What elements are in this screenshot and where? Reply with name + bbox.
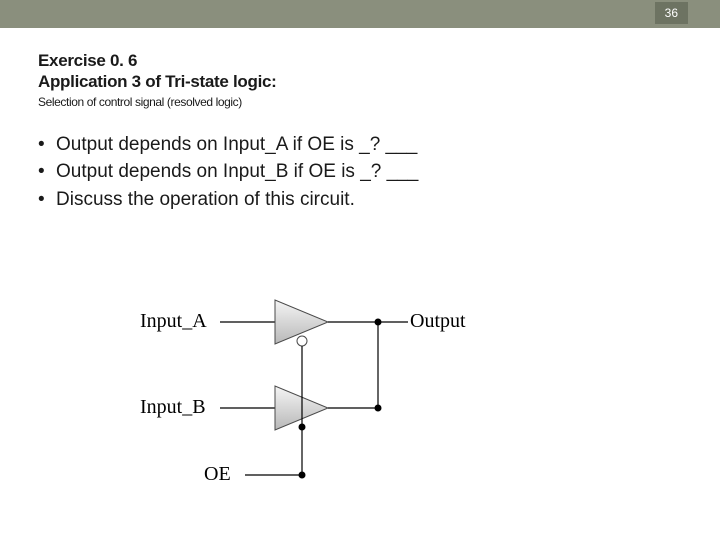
label-oe: OE: [204, 463, 231, 486]
circuit-diagram: Input_A Input_B OE Output: [140, 290, 560, 520]
page-number-badge: 36: [655, 2, 688, 24]
slide-header-bar: 36: [0, 0, 720, 28]
label-output: Output: [410, 310, 466, 333]
label-input-a: Input_A: [140, 310, 207, 333]
exercise-title-line2: Application 3 of Tri-state logic:: [38, 71, 682, 92]
bullet-text: Output depends on Input_B if OE is _? __…: [56, 158, 418, 186]
label-input-b: Input_B: [140, 396, 206, 419]
bullet-text: Discuss the operation of this circuit.: [56, 186, 355, 214]
slide-content: Exercise 0. 6 Application 3 of Tri-state…: [0, 28, 720, 213]
bullet-item: • Output depends on Input_A if OE is _? …: [38, 131, 682, 159]
exercise-title-line1: Exercise 0. 6: [38, 50, 682, 71]
exercise-subtitle: Selection of control signal (resolved lo…: [38, 95, 682, 109]
bullet-list: • Output depends on Input_A if OE is _? …: [38, 131, 682, 214]
bullet-dot-icon: •: [38, 131, 56, 159]
bullet-item: • Discuss the operation of this circuit.: [38, 186, 682, 214]
bullet-dot-icon: •: [38, 186, 56, 214]
page-number: 36: [665, 6, 678, 20]
bullet-item: • Output depends on Input_B if OE is _? …: [38, 158, 682, 186]
bullet-text: Output depends on Input_A if OE is _? __…: [56, 131, 417, 159]
bullet-dot-icon: •: [38, 158, 56, 186]
